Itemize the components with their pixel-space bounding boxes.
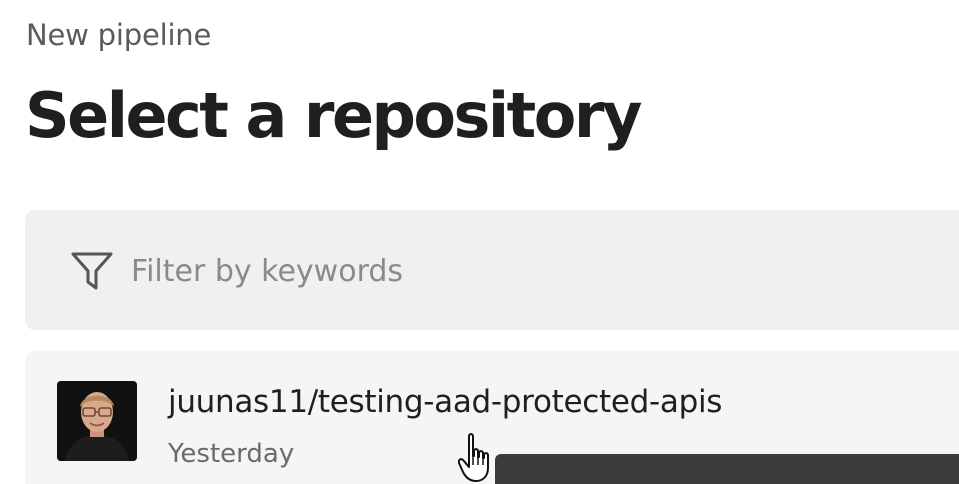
repository-name[interactable]: juunas11/testing-aad-protected-apis (168, 384, 722, 420)
page-title: Select a repository (25, 79, 642, 152)
avatar (57, 381, 137, 461)
repository-updated-date: Yesterday (168, 439, 295, 469)
tooltip (495, 454, 959, 484)
filter-icon (71, 252, 113, 290)
filter-bar[interactable] (25, 210, 959, 330)
filter-keywords-input[interactable] (131, 248, 731, 294)
breadcrumb[interactable]: New pipeline (26, 18, 211, 52)
new-pipeline-page: New pipeline Select a repository juunas1… (0, 0, 959, 484)
